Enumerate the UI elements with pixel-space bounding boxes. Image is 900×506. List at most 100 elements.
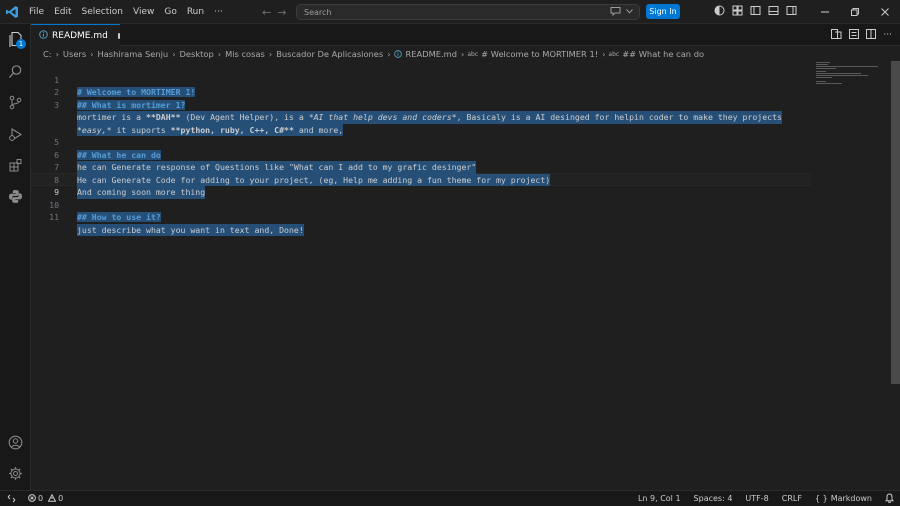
settings-gear-icon[interactable]: [0, 458, 31, 488]
minimap[interactable]: [816, 61, 890, 101]
notifications-bell-icon[interactable]: [884, 492, 895, 505]
customize-layout-icon[interactable]: [732, 5, 743, 19]
line-content[interactable]: ## How to use it?: [77, 211, 161, 224]
editor-line[interactable]: 6 he can Generate response of Questions …: [31, 136, 811, 174]
back-arrow-icon[interactable]: ←: [262, 6, 271, 19]
breadcrumb-user[interactable]: Hashirama Senju: [96, 49, 169, 59]
minimize-icon[interactable]: [810, 0, 840, 24]
editor-line[interactable]: 1 # Welcome to MORTIMER 1!: [31, 61, 811, 97]
search-icon[interactable]: [0, 56, 31, 86]
accounts-icon[interactable]: [0, 427, 31, 457]
breadcrumb-folder[interactable]: Mis cosas: [224, 49, 266, 59]
python-icon[interactable]: [0, 181, 31, 211]
line-number: 11: [49, 212, 59, 222]
explorer-badge: 1: [16, 39, 26, 49]
language-mode[interactable]: { } Markdown: [815, 494, 872, 503]
menu-view[interactable]: View: [128, 0, 159, 24]
indentation[interactable]: Spaces: 4: [694, 494, 733, 503]
breadcrumb-drive[interactable]: C:: [42, 49, 53, 59]
editor-line[interactable]: 10 ## How to use it?: [31, 186, 811, 222]
warning-count: 0: [58, 494, 64, 503]
split-editor-icon[interactable]: [866, 28, 877, 42]
chevron-right-icon: ›: [55, 49, 59, 59]
code-editor[interactable]: 1 # Welcome to MORTIMER 1! 2 ## What is …: [31, 61, 891, 490]
chevron-right-icon: ›: [461, 49, 465, 59]
menu-more[interactable]: ···: [209, 0, 228, 24]
menu-edit[interactable]: Edit: [49, 0, 76, 24]
sign-in-button[interactable]: Sign In: [646, 4, 680, 19]
cursor-position[interactable]: Ln 9, Col 1: [638, 494, 681, 503]
error-count: 0: [38, 494, 44, 503]
menu-selection[interactable]: Selection: [77, 0, 128, 24]
minimap-line: [816, 66, 878, 67]
vertical-scrollbar[interactable]: [891, 61, 900, 384]
editor-line[interactable]: 5 ## What he can do: [31, 124, 811, 160]
toggle-panel-icon[interactable]: [768, 5, 779, 19]
extensions-icon[interactable]: [0, 150, 31, 180]
editor-line[interactable]: 11 just describe what you want in text a…: [31, 199, 811, 236]
braces-icon: { }: [814, 494, 828, 503]
warning-icon: [47, 493, 57, 504]
editor-line[interactable]: 8 And coming soon more thing: [31, 161, 811, 199]
tab-label: README.md: [52, 30, 108, 41]
chevron-right-icon: ›: [387, 49, 391, 59]
vscode-logo-icon: [0, 0, 24, 24]
language-label: Markdown: [830, 494, 872, 503]
accounts-circle-icon[interactable]: [714, 5, 725, 19]
menu-go[interactable]: Go: [159, 0, 181, 24]
error-icon: [28, 493, 36, 504]
breadcrumb-heading-2[interactable]: ## What he can do: [621, 49, 705, 59]
line-content[interactable]: just describe what you want in text and,…: [77, 223, 304, 236]
restore-icon[interactable]: [840, 0, 870, 24]
editor-line[interactable]: 7 He can Generate Code for adding to you…: [31, 149, 811, 186]
source-control-icon[interactable]: [0, 87, 31, 117]
minimap-line: [816, 62, 830, 63]
breadcrumb: C: › Users › Hashirama Senju › Desktop › Mis…: [42, 47, 705, 61]
status-bar: 0 0 Ln 9, Col 1 Spaces: 4 UTF-8 CRLF { }…: [0, 490, 900, 506]
open-changes-icon[interactable]: [849, 28, 860, 42]
editor-line[interactable]: 2 ## What is mortimer 1?: [31, 74, 811, 110]
toggle-primary-sidebar-icon[interactable]: [750, 5, 761, 19]
breadcrumb-users[interactable]: Users: [62, 49, 87, 59]
minimap-line: [816, 77, 832, 78]
breadcrumb-heading-1[interactable]: # Welcome to MORTIMER 1!: [480, 49, 599, 59]
title-bar: File Edit Selection View Go Run ··· ← → …: [0, 0, 900, 24]
toggle-secondary-sidebar-icon[interactable]: [786, 5, 797, 19]
chevron-down-icon[interactable]: [626, 7, 633, 17]
encoding[interactable]: UTF-8: [745, 494, 768, 503]
chevron-right-icon: ›: [268, 49, 273, 59]
window-controls: [810, 0, 900, 24]
chevron-right-icon: ›: [217, 49, 222, 59]
problems-indicator[interactable]: 0 0: [22, 493, 64, 504]
string-symbol-icon: abc: [608, 50, 620, 58]
editor-line-wrapped[interactable]: *easy,* it suports **python, ruby, C++, …: [31, 99, 811, 136]
minimap-line: [816, 64, 828, 65]
menu-run[interactable]: Run: [182, 0, 209, 24]
command-center-search[interactable]: Search: [296, 4, 640, 20]
chevron-right-icon: ›: [90, 49, 94, 59]
tab-readme[interactable]: README.md: [31, 24, 120, 46]
copilot-chat-icon[interactable]: [610, 6, 621, 19]
editor-line[interactable]: 9: [31, 174, 811, 197]
forward-arrow-icon[interactable]: →: [277, 6, 286, 19]
close-icon[interactable]: [870, 0, 900, 24]
chevron-right-icon: ›: [172, 49, 176, 59]
explorer-files-icon[interactable]: 1: [0, 24, 31, 54]
end-of-line[interactable]: CRLF: [782, 494, 802, 503]
breadcrumb-project[interactable]: Buscador De Aplicasiones: [275, 49, 384, 59]
line-content[interactable]: mortimer is a **DAH** (Dev Agent Helper)…: [77, 111, 782, 124]
menu-file[interactable]: File: [24, 0, 49, 24]
open-preview-icon[interactable]: [831, 28, 842, 42]
markdown-info-icon: [39, 29, 48, 42]
more-actions-icon[interactable]: ···: [883, 30, 892, 40]
unsaved-dot-icon[interactable]: [117, 32, 120, 39]
minimap-line: [816, 73, 861, 74]
remote-indicator-icon[interactable]: [0, 491, 22, 506]
minimap-line: [816, 81, 826, 82]
breadcrumb-file[interactable]: README.md: [405, 49, 458, 59]
editor-line[interactable]: 3 mortimer is a **DAH** (Dev Agent Helpe…: [31, 86, 811, 124]
markdown-info-icon: [393, 50, 402, 58]
editor-tab-bar: README.md ···: [31, 24, 900, 46]
breadcrumb-desktop[interactable]: Desktop: [179, 49, 215, 59]
run-debug-icon[interactable]: [0, 119, 31, 149]
